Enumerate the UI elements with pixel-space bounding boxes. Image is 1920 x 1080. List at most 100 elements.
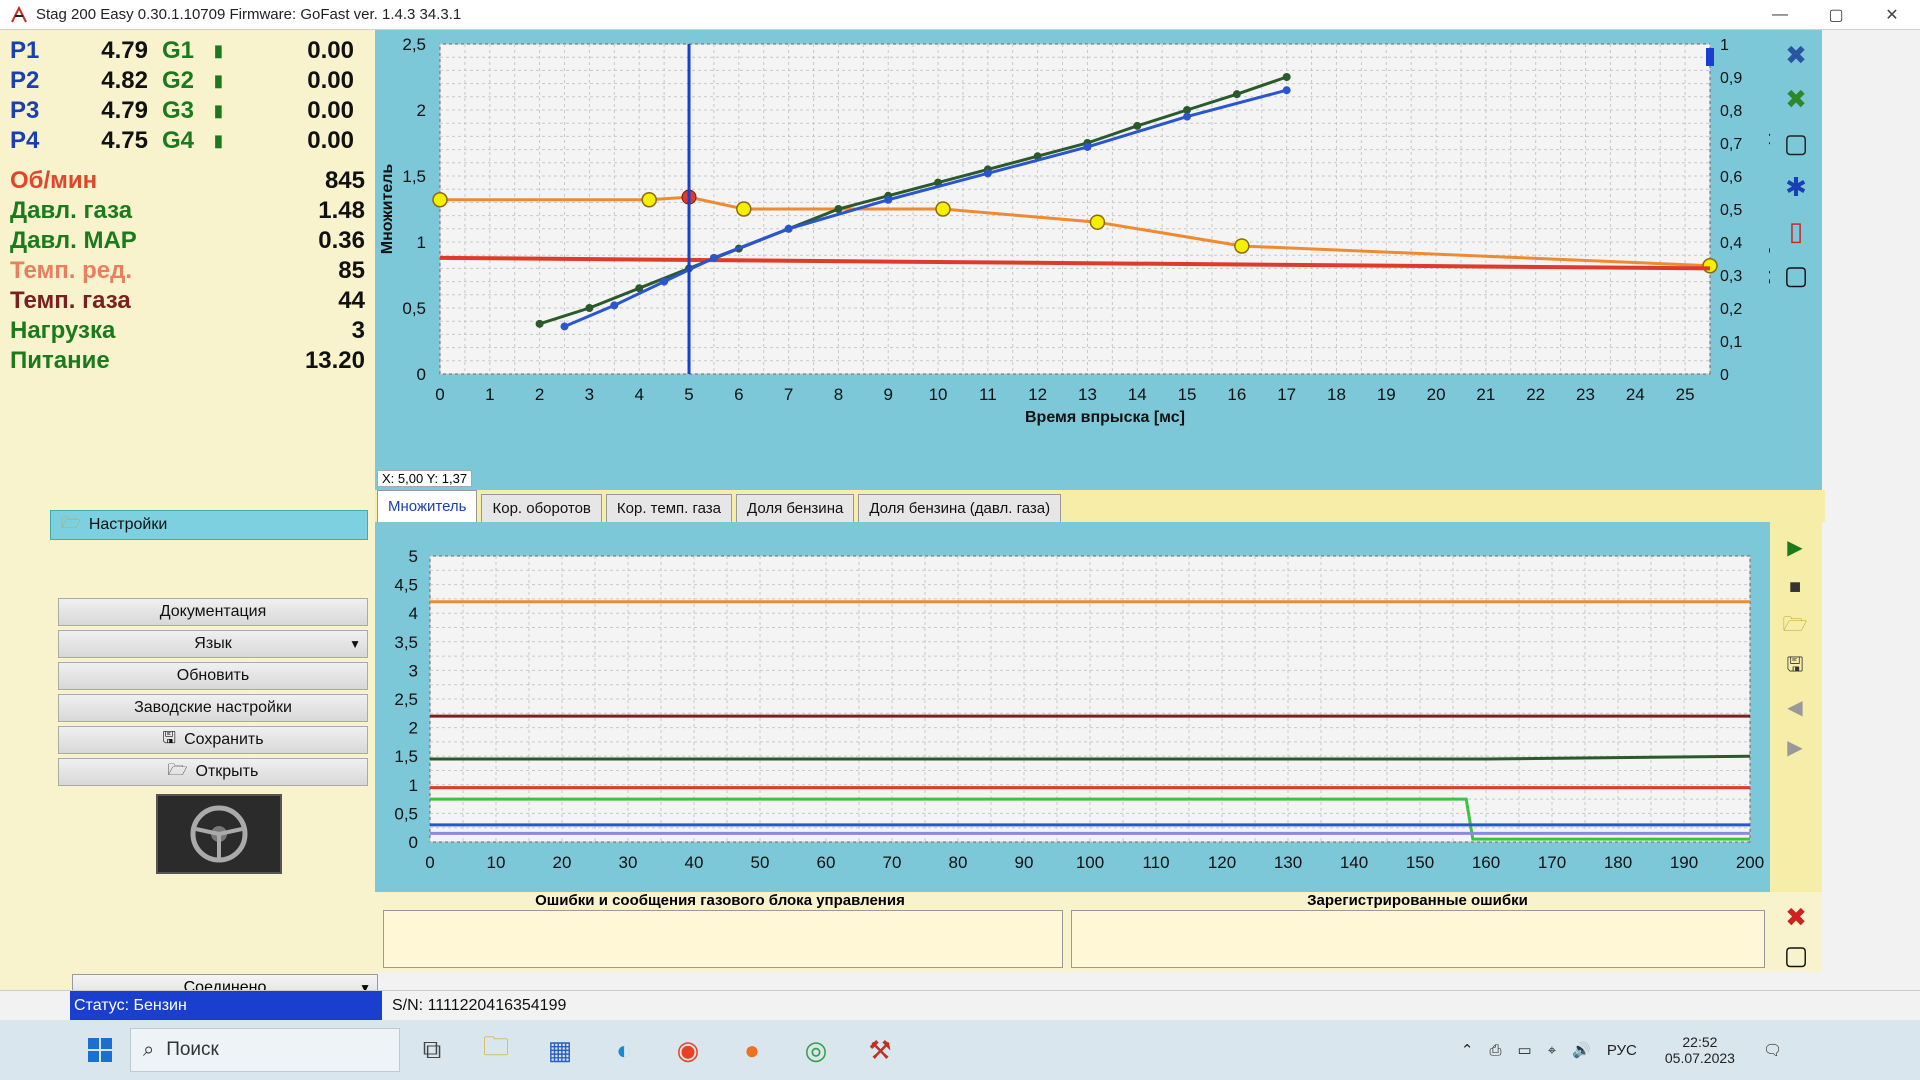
data-point	[834, 205, 843, 213]
diagnostics-logo-button[interactable]	[156, 794, 282, 874]
clock-date: 05.07.2023	[1664, 1050, 1735, 1066]
factory-settings-button[interactable]: Заводские настройки	[58, 694, 368, 722]
documentation-button[interactable]: Документация	[58, 598, 368, 626]
clear-green-map-button[interactable]: ✖	[1776, 80, 1816, 118]
injector-row-4: P4 4.75 G4 ▮ 0.00	[10, 126, 365, 156]
refresh-button[interactable]: Обновить	[58, 662, 368, 690]
arrow-left-icon[interactable]: ◀	[1780, 692, 1810, 722]
petrol-label: P4	[10, 127, 40, 154]
tab-multiplier[interactable]: Множитель	[377, 490, 478, 522]
settings-section-header[interactable]: 🗁 Настройки	[50, 510, 368, 540]
y-tick-label: 2	[417, 101, 426, 120]
stop-icon[interactable]: ■	[1780, 572, 1810, 602]
x-tick-label: 20	[553, 853, 572, 872]
clear-map-button[interactable]: ✖	[1776, 36, 1816, 74]
y-tick-label: 5	[409, 547, 418, 566]
edge-browser-icon[interactable]: ◐	[592, 1020, 656, 1080]
frame-select-icon[interactable]: ▢	[1776, 124, 1816, 162]
input-language[interactable]: РУС	[1607, 1042, 1637, 1059]
y-axis-title: Множитель	[379, 164, 396, 255]
tab-gas-temp-correction[interactable]: Кор. темп. газа	[605, 494, 732, 522]
chevron-down-icon: ▼	[349, 637, 361, 651]
refresh-label: Обновить	[176, 667, 250, 684]
volume-icon[interactable]: 🔊	[1572, 1041, 1591, 1059]
usb-icon[interactable]: ⎙	[1489, 1042, 1501, 1059]
y-tick-label: 1,5	[402, 167, 426, 186]
save-button[interactable]: 🖫 Сохранить	[58, 726, 368, 754]
multiplier-chart[interactable]: 0 1 2 3 4 5 6 7 8 9 10 11 12 13 14 15 16 17 18 19 20 21 22 23 24…	[375, 30, 1770, 490]
gas-value: 0.00	[307, 37, 354, 64]
location-icon[interactable]: ⌖	[1548, 1042, 1556, 1059]
x-tick-label: 23	[1576, 385, 1595, 404]
stat-value: 3	[351, 317, 365, 344]
task-view-icon[interactable]: ⧉	[400, 1020, 464, 1080]
yandex-browser-icon[interactable]: ◉	[656, 1020, 720, 1080]
x-tick-label: 15	[1178, 385, 1197, 404]
battery-icon[interactable]: ▭	[1518, 1041, 1532, 1059]
tab-rpm-correction[interactable]: Кор. оборотов	[481, 494, 602, 522]
data-point	[1183, 112, 1192, 121]
map-point-marker	[641, 192, 657, 208]
x-tick-label: 16	[1227, 385, 1246, 404]
data-point	[610, 301, 619, 310]
y2-tick-label: 0,4	[1720, 235, 1742, 252]
x-tick-label: 12	[1028, 385, 1047, 404]
stat-label: Темп. ред.	[10, 257, 132, 284]
clock[interactable]: 22:52 05.07.2023	[1657, 1034, 1743, 1066]
store-icon[interactable]: ▦	[528, 1020, 592, 1080]
search-placeholder: Поиск	[166, 1039, 219, 1060]
clear-errors-button[interactable]: ✖	[1776, 898, 1816, 936]
search-icon: ⌕	[143, 1038, 155, 1061]
folder-open-icon[interactable]: 🗁	[1780, 612, 1810, 642]
y-tick-label: 3	[409, 661, 418, 680]
documentation-label: Документация	[159, 603, 267, 620]
auto-calibrate-icon[interactable]: ✱	[1776, 168, 1816, 206]
arrow-right-icon[interactable]: ▶	[1780, 732, 1810, 762]
ecu-errors-list[interactable]	[383, 910, 1063, 968]
notifications-icon[interactable]: 🗨	[1763, 1041, 1782, 1059]
x-tick-label: 60	[817, 853, 836, 872]
floppy-disk-icon[interactable]: 🖫	[1780, 652, 1810, 682]
x-tick-label: 10	[929, 385, 948, 404]
black-frame-icon[interactable]: ▢	[1776, 936, 1816, 974]
play-icon[interactable]: ▶	[1780, 532, 1810, 562]
x-tick-label: 170	[1538, 853, 1566, 872]
fuel-status: Статус: Бензин	[70, 991, 382, 1021]
x-tick-label: 130	[1274, 853, 1302, 872]
red-indicator-icon[interactable]: ▯	[1776, 212, 1816, 250]
x-tick-label: 0	[435, 385, 444, 404]
folder-open-icon: 🗁	[61, 514, 81, 532]
x-tick-label: 2	[535, 385, 544, 404]
windows-start-button[interactable]	[70, 1020, 130, 1080]
chevron-up-icon[interactable]: ⌃	[1461, 1041, 1474, 1059]
y-tick-label: 2,5	[402, 35, 426, 54]
data-point	[1232, 90, 1241, 99]
tab-petrol-share[interactable]: Доля бензина	[736, 494, 855, 522]
black-frame-icon[interactable]: ▢	[1776, 256, 1816, 294]
data-point	[535, 319, 544, 328]
tab-petrol-share-gas-pressure[interactable]: Доля бензина (давл. газа)	[858, 494, 1062, 522]
data-point	[560, 322, 569, 331]
stag-app-icon[interactable]: ⚒	[848, 1020, 912, 1080]
language-select[interactable]: Язык ▼	[58, 630, 368, 658]
x-tick-label: 120	[1208, 853, 1236, 872]
registered-errors-list[interactable]	[1071, 910, 1765, 968]
close-button[interactable]: ✕	[1864, 0, 1920, 30]
file-explorer-icon[interactable]: 🗀	[464, 1020, 528, 1080]
x-tick-label: 4	[634, 385, 643, 404]
y2-tick-label: 0,1	[1720, 334, 1742, 351]
data-point	[884, 195, 893, 204]
firefox-icon[interactable]: ●	[720, 1020, 784, 1080]
taskbar-search[interactable]: ⌕ Поиск	[130, 1028, 400, 1072]
y2-tick-label: 0,9	[1720, 70, 1742, 87]
chrome-icon[interactable]: ◎	[784, 1020, 848, 1080]
x-tick-label: 100	[1076, 853, 1104, 872]
gas-value: 0.00	[307, 127, 354, 154]
maximize-button[interactable]: ▢	[1808, 0, 1864, 30]
petrol-value: 4.79	[101, 97, 148, 124]
minimize-button[interactable]: —	[1752, 0, 1808, 30]
stat-label: Давл. MAP	[10, 227, 137, 254]
open-button[interactable]: 🗁 Открыть	[58, 758, 368, 786]
oscilloscope-chart[interactable]: 0 10 20 30 40 50 60 70 80 90 100 110 120 130 140 150 160…	[375, 522, 1770, 892]
serial-number: S/N: 1111220416354199	[392, 997, 567, 1014]
